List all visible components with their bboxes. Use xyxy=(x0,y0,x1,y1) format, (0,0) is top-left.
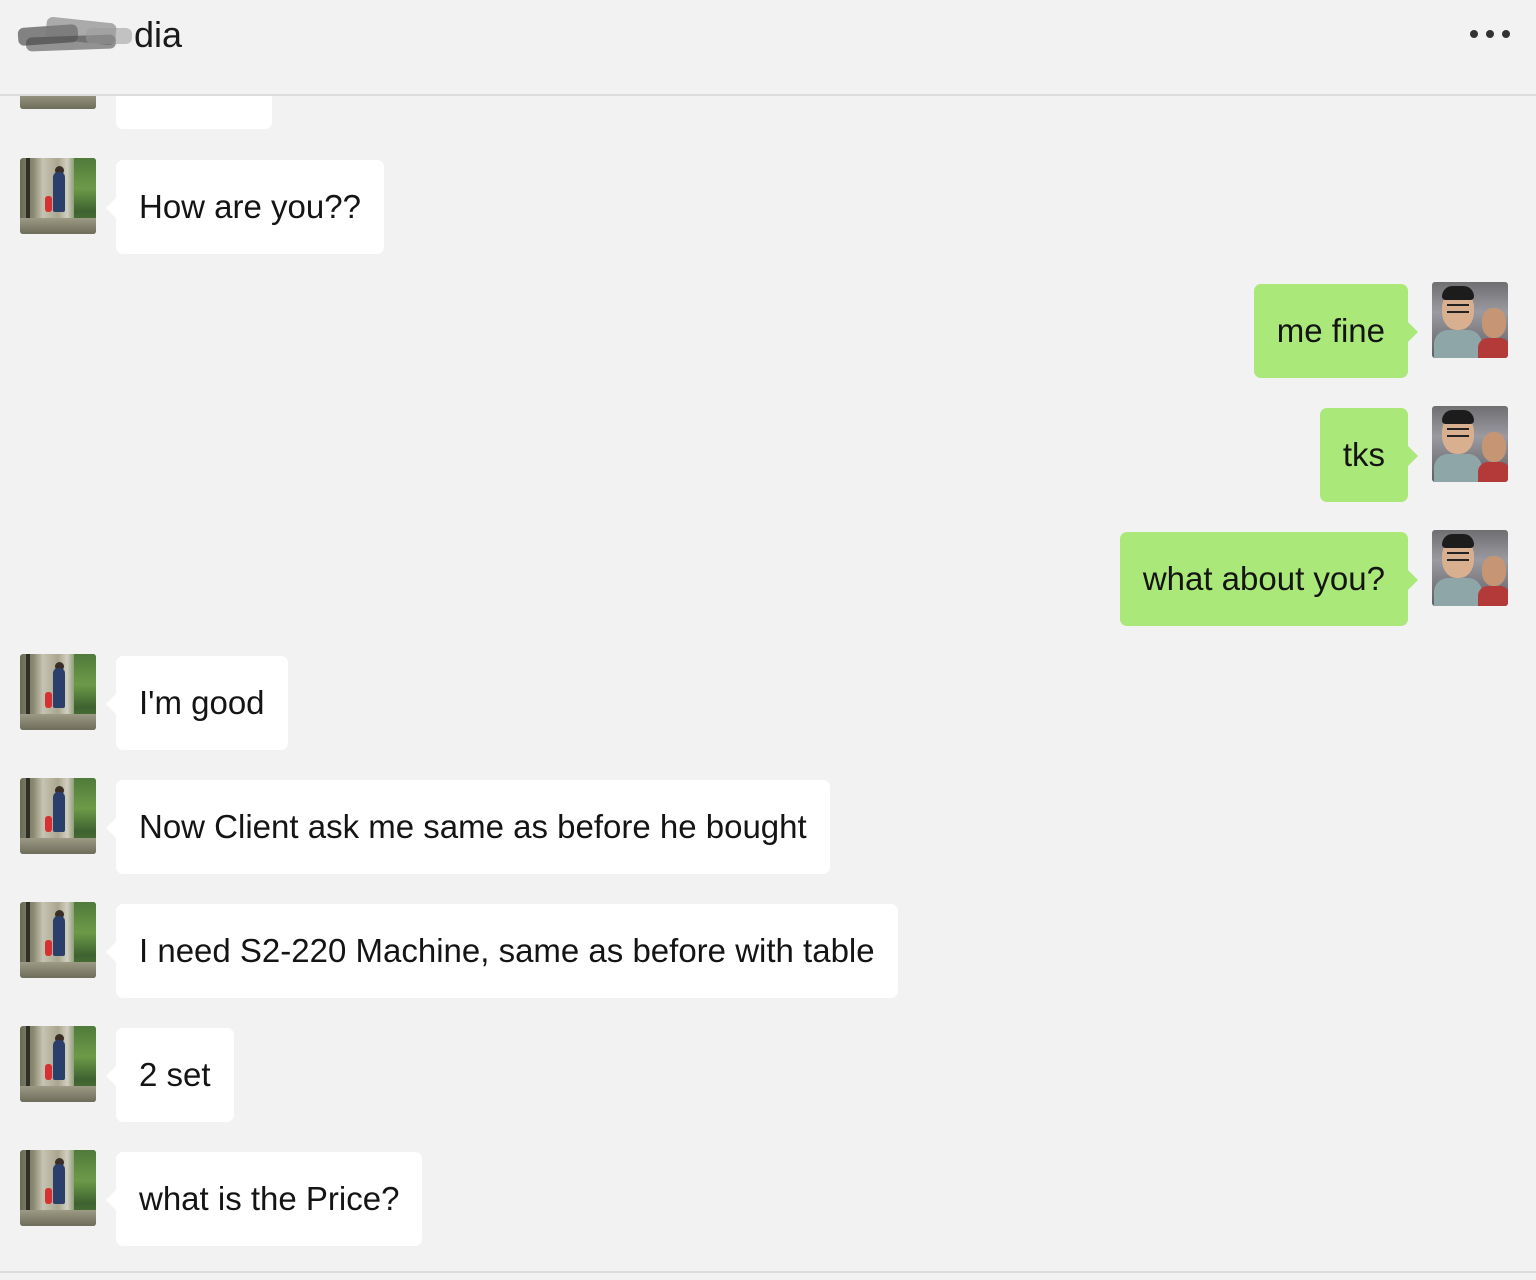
contact-avatar[interactable] xyxy=(20,1026,96,1102)
contact-avatar[interactable] xyxy=(20,902,96,978)
contact-avatar[interactable] xyxy=(20,158,96,234)
message-bubble[interactable]: How are you?? xyxy=(106,160,384,254)
my-avatar[interactable] xyxy=(1432,406,1508,482)
contact-avatar[interactable] xyxy=(20,1150,96,1226)
contact-avatar[interactable] xyxy=(20,778,96,854)
divider xyxy=(0,1271,1536,1273)
message-bubble[interactable]: 2 set xyxy=(106,1028,234,1122)
my-avatar[interactable] xyxy=(1432,530,1508,606)
chat-header: dia xyxy=(0,0,1536,96)
message-bubble[interactable]: what about you? xyxy=(1119,532,1419,626)
chat-title: dia xyxy=(134,14,183,55)
message-outgoing: what about you? xyxy=(0,530,1536,626)
message-outgoing: tks xyxy=(0,406,1536,502)
my-avatar[interactable] xyxy=(1432,282,1508,358)
message-bubble[interactable]: Now Client ask me same as before he boug… xyxy=(106,780,830,874)
message-bubble[interactable]: what is the Price? xyxy=(105,1152,423,1246)
message-outgoing: me fine xyxy=(0,282,1536,378)
message-bubble[interactable]: I need S2-220 Machine, same as before wi… xyxy=(106,904,898,998)
message-bubble[interactable]: tks xyxy=(1319,408,1419,502)
redaction-scribble xyxy=(16,16,134,56)
more-icon[interactable] xyxy=(1470,18,1510,50)
contact-avatar[interactable] xyxy=(20,654,96,730)
message-bubble[interactable]: I'm good xyxy=(106,656,288,750)
message-bubble[interactable]: me fine xyxy=(1253,284,1419,378)
